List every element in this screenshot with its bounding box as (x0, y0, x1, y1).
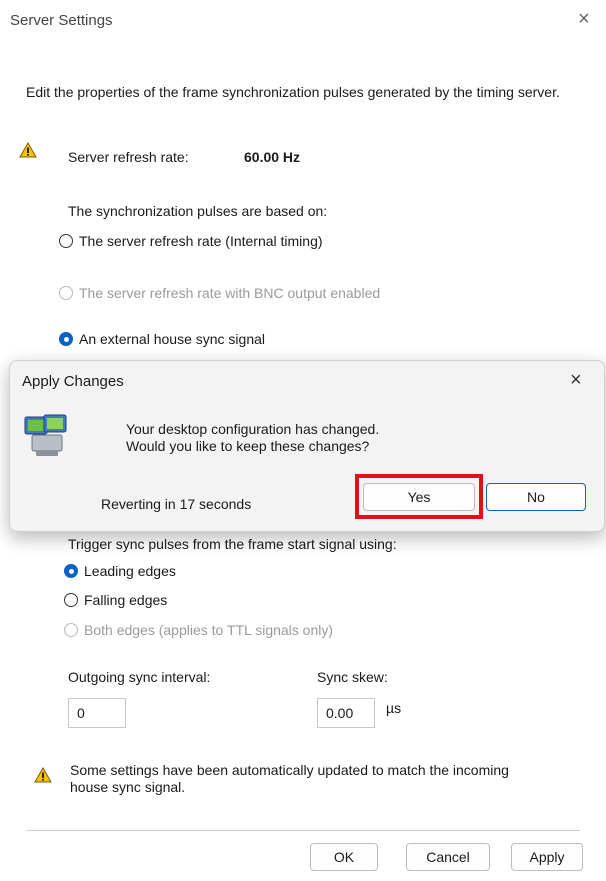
dialog-message: Your desktop configuration has changed. … (126, 421, 379, 455)
sync-skew-input[interactable] (317, 698, 375, 728)
radio-button (64, 623, 78, 637)
radio-house-sync[interactable]: An external house sync signal (59, 331, 265, 347)
divider (26, 830, 580, 831)
radio-label: Falling edges (84, 592, 168, 608)
radio-label: The server refresh rate (Internal timing… (79, 233, 323, 249)
dialog-message-line1: Your desktop configuration has changed. (126, 421, 380, 437)
refresh-rate-label: Server refresh rate: (68, 149, 189, 165)
radio-both-edges: Both edges (applies to TTL signals only) (64, 622, 333, 638)
dialog-title: Apply Changes (22, 373, 124, 390)
radio-button[interactable] (59, 332, 73, 346)
apply-changes-dialog: Apply Changes × Your desktop configurati… (9, 360, 605, 532)
warning-icon (34, 767, 52, 783)
radio-button[interactable] (59, 234, 73, 248)
sync-source-heading: The synchronization pulses are based on: (68, 203, 328, 219)
radio-button[interactable] (64, 564, 78, 578)
trigger-heading: Trigger sync pulses from the frame start… (68, 536, 397, 552)
radio-label: Leading edges (84, 563, 176, 579)
radio-button (59, 286, 73, 300)
radio-falling-edges[interactable]: Falling edges (64, 592, 167, 608)
countdown-text: Reverting in 17 seconds (101, 496, 252, 512)
radio-internal-timing[interactable]: The server refresh rate (Internal timing… (59, 233, 323, 249)
sync-interval-label: Outgoing sync interval: (68, 669, 211, 685)
sync-skew-unit: µs (386, 700, 402, 716)
display-settings-icon (24, 414, 67, 456)
refresh-rate-value: 60.00 Hz (244, 149, 301, 165)
cancel-button[interactable]: Cancel (406, 843, 490, 871)
close-button[interactable]: × (578, 8, 590, 31)
auto-update-note: Some settings have been automatically up… (70, 762, 509, 795)
window-title: Server Settings (10, 12, 113, 29)
warning-icon (19, 142, 37, 158)
radio-label: The server refresh rate with BNC output … (79, 285, 381, 301)
radio-leading-edges[interactable]: Leading edges (64, 563, 176, 579)
description-text: Edit the properties of the frame synchro… (26, 84, 560, 100)
apply-button[interactable]: Apply (511, 843, 583, 871)
radio-bnc-output: The server refresh rate with BNC output … (59, 285, 380, 301)
sync-skew-label: Sync skew: (317, 669, 388, 685)
sync-interval-input[interactable] (68, 698, 126, 728)
ok-button[interactable]: OK (310, 843, 378, 871)
yes-highlight-box (355, 474, 483, 519)
dialog-message-line2: Would you like to keep these changes? (126, 438, 370, 454)
radio-button[interactable] (64, 593, 78, 607)
no-button[interactable]: No (486, 483, 586, 511)
dialog-close-button[interactable]: × (570, 369, 582, 392)
radio-label: An external house sync signal (79, 331, 265, 347)
radio-label: Both edges (applies to TTL signals only) (84, 622, 334, 638)
